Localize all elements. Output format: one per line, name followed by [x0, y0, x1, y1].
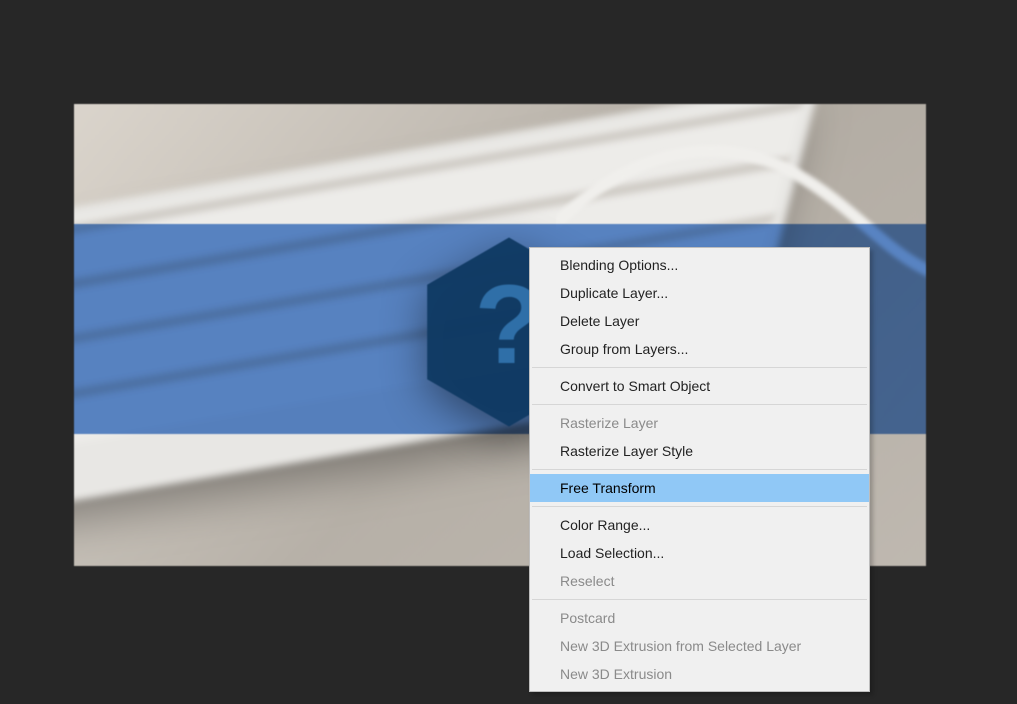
menu-item-free-transform[interactable]: Free Transform — [530, 474, 869, 502]
menu-separator — [532, 599, 867, 600]
menu-item-color-range[interactable]: Color Range... — [530, 511, 869, 539]
menu-item-rasterize-layer: Rasterize Layer — [530, 409, 869, 437]
menu-item-blending-options[interactable]: Blending Options... — [530, 251, 869, 279]
menu-item-duplicate-layer[interactable]: Duplicate Layer... — [530, 279, 869, 307]
menu-item-postcard: Postcard — [530, 604, 869, 632]
menu-item-reselect: Reselect — [530, 567, 869, 595]
menu-separator — [532, 506, 867, 507]
menu-item-group-from-layers[interactable]: Group from Layers... — [530, 335, 869, 363]
menu-separator — [532, 367, 867, 368]
menu-item-rasterize-layer-style[interactable]: Rasterize Layer Style — [530, 437, 869, 465]
layer-context-menu[interactable]: Blending Options... Duplicate Layer... D… — [529, 247, 870, 692]
menu-item-convert-to-smart-object[interactable]: Convert to Smart Object — [530, 372, 869, 400]
menu-item-load-selection[interactable]: Load Selection... — [530, 539, 869, 567]
menu-item-delete-layer[interactable]: Delete Layer — [530, 307, 869, 335]
menu-item-new-3d-extrusion-from-selected-layer: New 3D Extrusion from Selected Layer — [530, 632, 869, 660]
menu-separator — [532, 469, 867, 470]
menu-separator — [532, 404, 867, 405]
menu-item-new-3d-extrusion: New 3D Extrusion — [530, 660, 869, 688]
